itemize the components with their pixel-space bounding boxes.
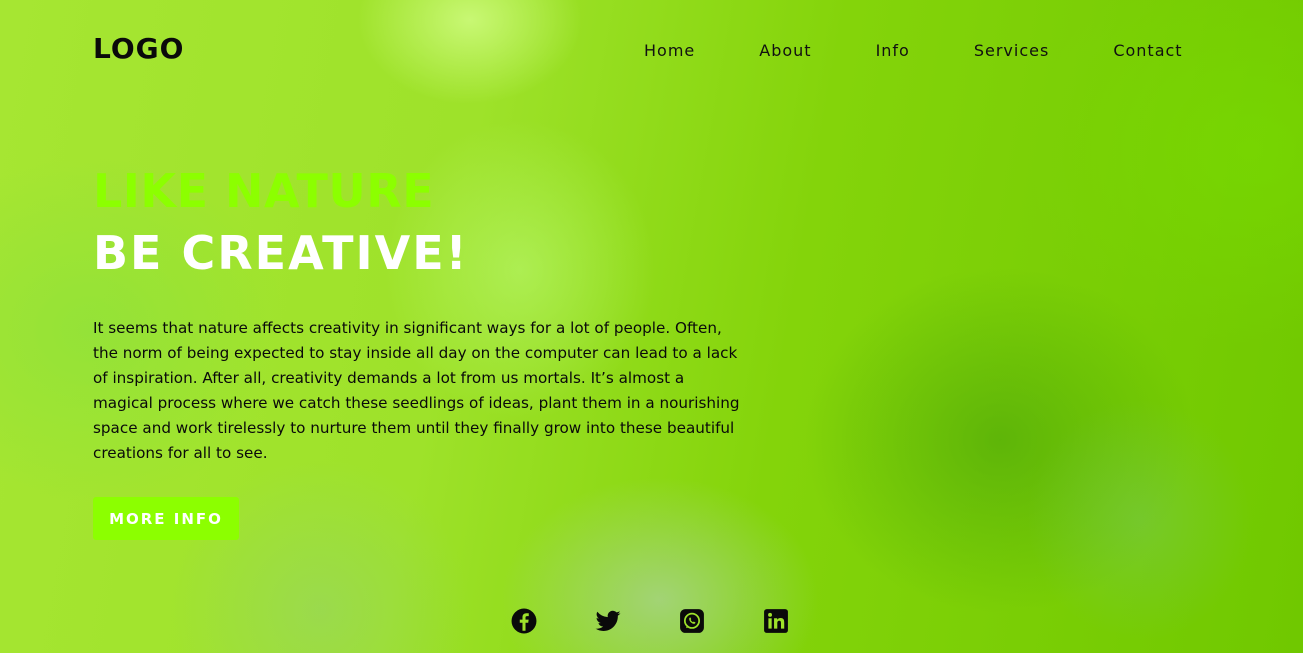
hero-headline-accent: LIKE NATURE (93, 164, 435, 218)
hero-headline-main: BE CREATIVE! (93, 226, 469, 280)
nav-info[interactable]: Info (876, 41, 910, 60)
nav-home[interactable]: Home (644, 41, 695, 60)
facebook-icon[interactable] (510, 607, 538, 635)
whatsapp-icon[interactable] (678, 607, 706, 635)
more-info-button[interactable]: MORE INFO (93, 497, 239, 540)
social-links (510, 607, 790, 635)
linkedin-icon[interactable] (762, 607, 790, 635)
logo[interactable]: LOGO (93, 32, 184, 65)
twitter-icon[interactable] (594, 607, 622, 635)
main-nav: Home About Info Services Contact (644, 41, 1183, 60)
hero-description: It seems that nature affects creativity … (93, 319, 740, 462)
nav-about[interactable]: About (759, 41, 811, 60)
nav-services[interactable]: Services (974, 41, 1049, 60)
nav-contact[interactable]: Contact (1113, 41, 1182, 60)
